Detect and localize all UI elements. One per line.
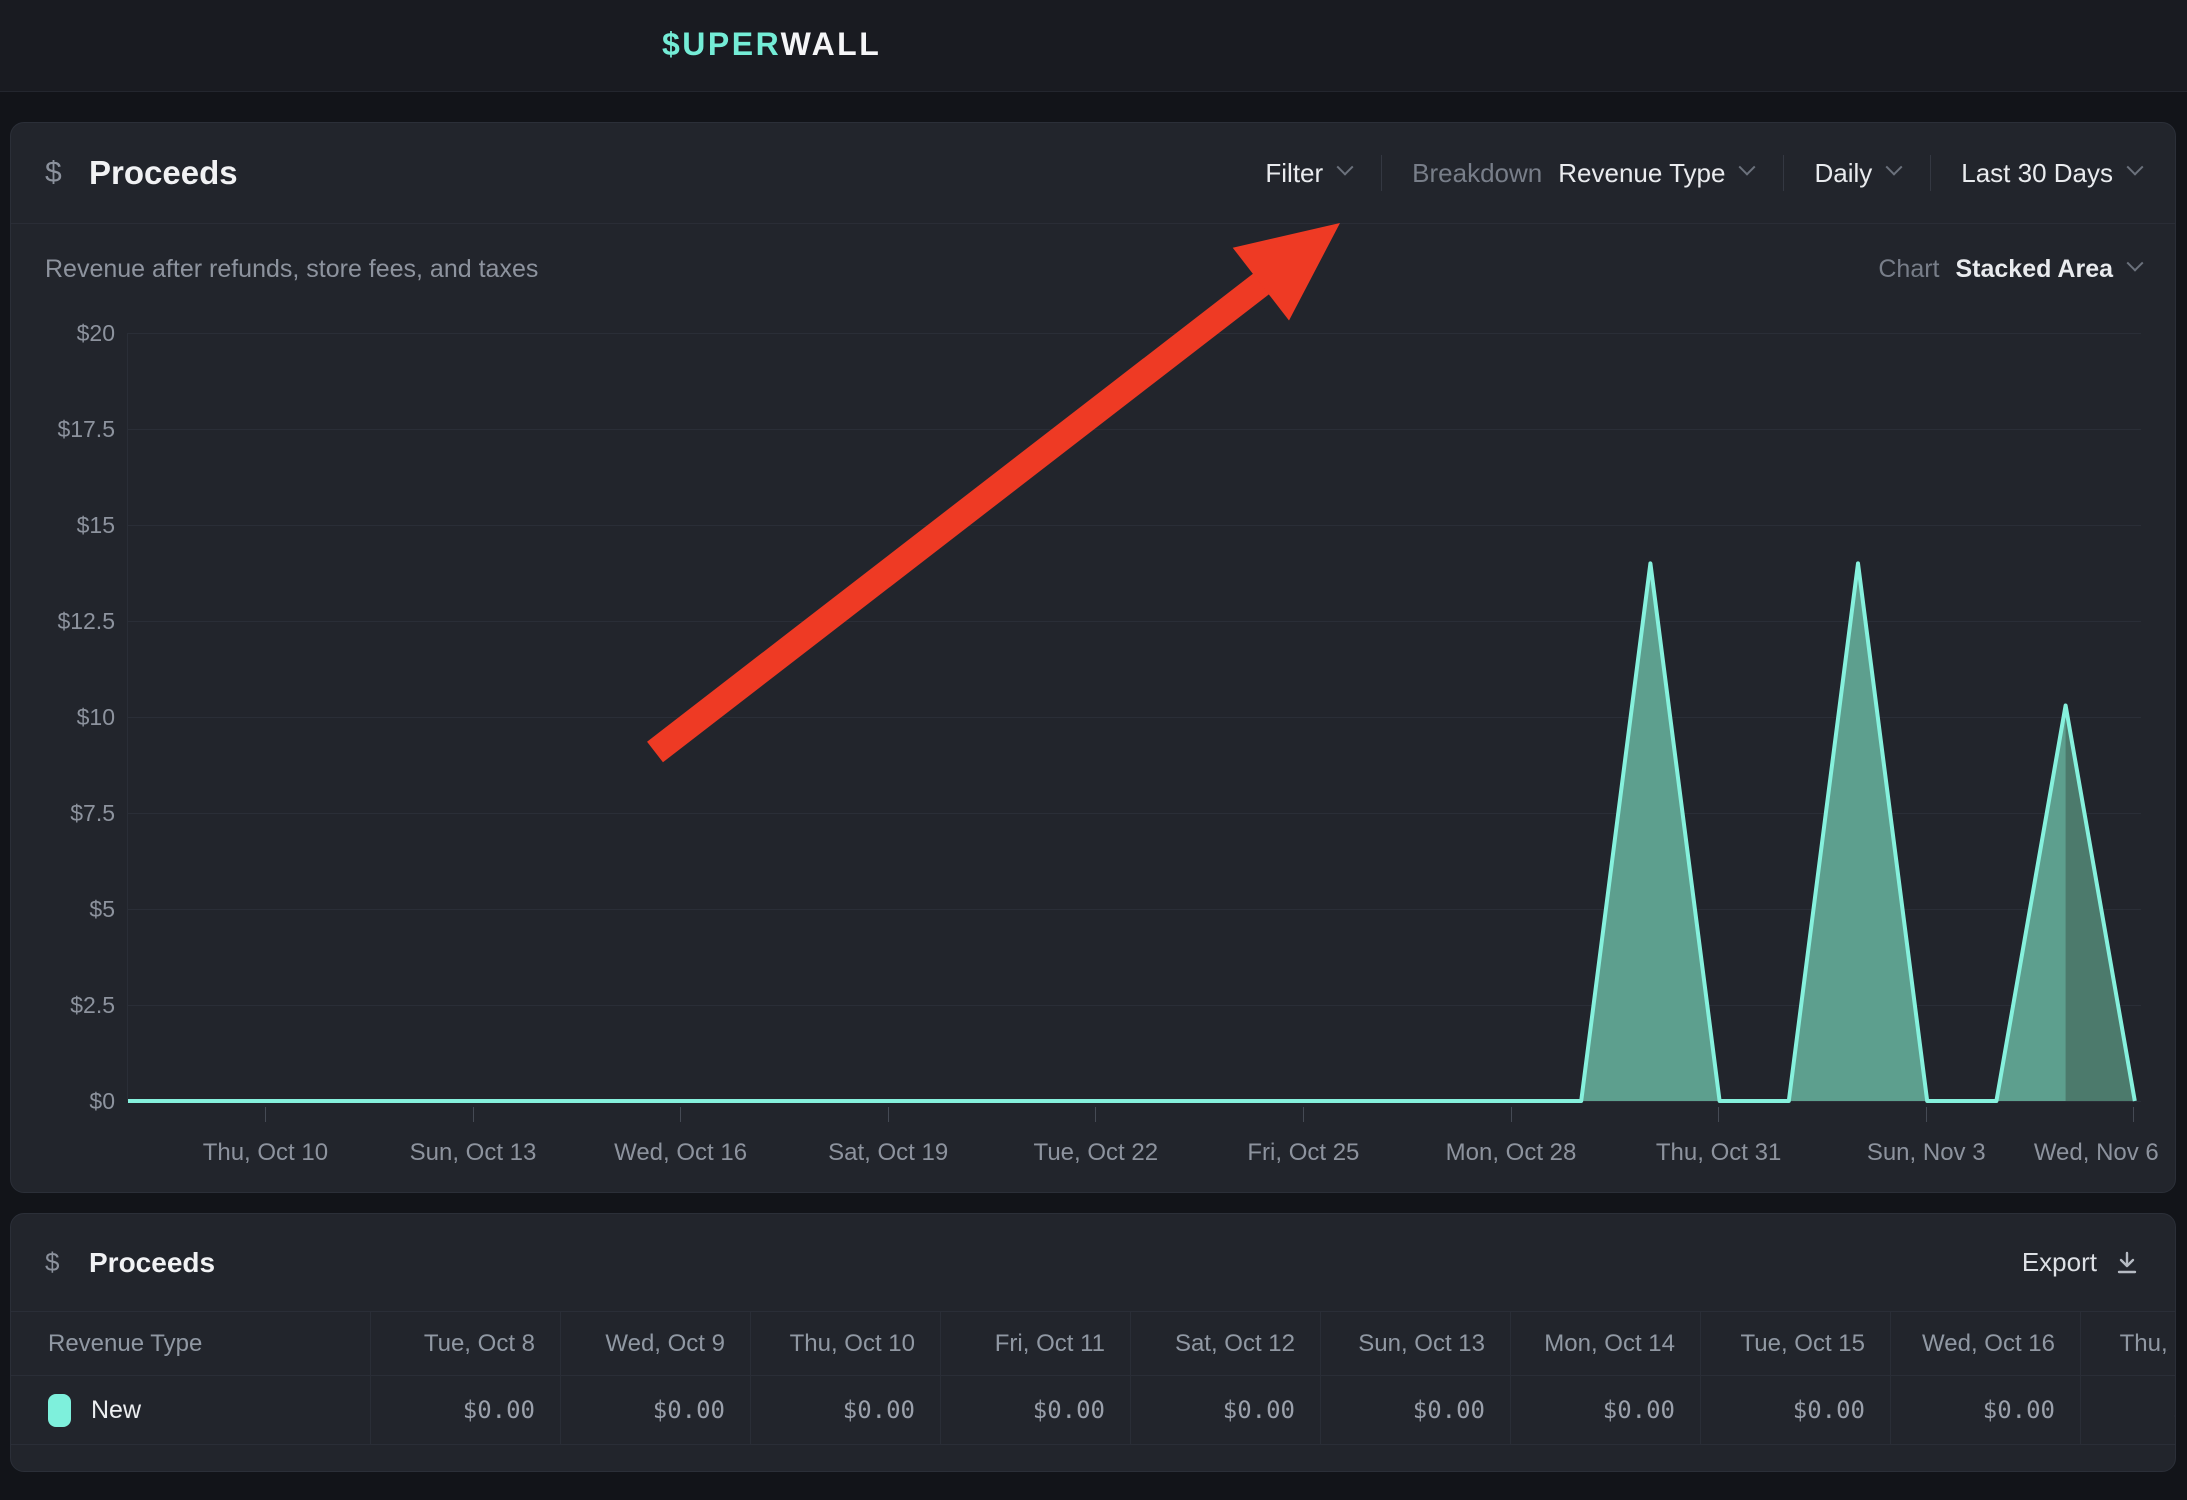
date-range-dropdown[interactable]: Last 30 Days bbox=[1961, 158, 2141, 189]
y-axis-label: $7.5 bbox=[11, 800, 115, 826]
x-axis-tick bbox=[888, 1107, 889, 1122]
table-cell-value: $0.00 bbox=[1891, 1376, 2081, 1445]
y-axis-label: $10 bbox=[11, 704, 115, 730]
panel-title: Proceeds bbox=[89, 1247, 215, 1279]
dollar-icon: $ bbox=[45, 1247, 67, 1278]
x-axis-label: Sun, Oct 13 bbox=[410, 1139, 537, 1167]
series-swatch-new bbox=[48, 1394, 71, 1427]
x-axis-tick bbox=[1718, 1107, 1719, 1122]
table-cell-value: $0.00 bbox=[561, 1376, 751, 1445]
x-axis-tick bbox=[265, 1107, 266, 1122]
breakdown-dropdown[interactable]: Breakdown Revenue Type bbox=[1412, 158, 1753, 189]
table-cell-value: $0.00 bbox=[751, 1376, 941, 1445]
column-header-date: Wed, Oct 9 bbox=[561, 1312, 751, 1376]
column-header-date: Fri, Oct 11 bbox=[941, 1312, 1131, 1376]
x-axis-tick bbox=[1926, 1107, 1927, 1122]
y-axis-label: $2.5 bbox=[11, 992, 115, 1018]
superwall-dashboard: $UPERWALL $ Proceeds Filter Breakdown Re… bbox=[0, 0, 2187, 1500]
superwall-logo[interactable]: $UPERWALL bbox=[662, 26, 881, 63]
x-axis-label: Thu, Oct 10 bbox=[203, 1139, 328, 1167]
x-axis: Thu, Oct 10 Sun, Oct 13 Wed, Oct 16 Sat, Oc… bbox=[127, 1101, 2141, 1191]
top-bar: $UPERWALL bbox=[0, 0, 2187, 92]
table-cell-value: $0.00 bbox=[1701, 1376, 1891, 1445]
chevron-down-icon bbox=[1739, 159, 1756, 176]
divider bbox=[1783, 155, 1784, 191]
proceeds-table-panel: $ Proceeds Export Revenue TypeTue, Oct 8… bbox=[10, 1213, 2176, 1472]
chart-type-dropdown[interactable]: Chart Stacked Area bbox=[1878, 255, 2141, 284]
date-range-value: Last 30 Days bbox=[1961, 158, 2113, 189]
table-cell-value: $0.00 bbox=[1131, 1376, 1321, 1445]
x-axis-tick bbox=[1303, 1107, 1304, 1122]
breakdown-label: Breakdown bbox=[1412, 158, 1542, 189]
x-axis-label: Wed, Oct 16 bbox=[614, 1139, 747, 1167]
column-header-revenue-type: Revenue Type bbox=[11, 1312, 371, 1376]
y-axis-label: $12.5 bbox=[11, 608, 115, 634]
chart-type-label: Chart bbox=[1878, 255, 1939, 284]
column-header-date: Thu, Oct 10 bbox=[751, 1312, 941, 1376]
column-header-date: Sat, Oct 12 bbox=[1131, 1312, 1321, 1376]
column-header-date: Tue, Oct 15 bbox=[1701, 1312, 1891, 1376]
logo-prefix: $UPER bbox=[662, 26, 781, 62]
divider bbox=[1381, 155, 1382, 191]
column-header-date: Thu, Oct 17 bbox=[2081, 1312, 2176, 1376]
panel-title: Proceeds bbox=[89, 154, 238, 192]
y-axis-label: $15 bbox=[11, 512, 115, 538]
column-header-date: Wed, Oct 16 bbox=[1891, 1312, 2081, 1376]
filter-dropdown[interactable]: Filter bbox=[1265, 158, 1351, 189]
revenue-table: Revenue TypeTue, Oct 8Wed, Oct 9Thu, Oct… bbox=[11, 1311, 2176, 1445]
chart-controls: Filter Breakdown Revenue Type Daily Last… bbox=[1265, 155, 2141, 191]
x-axis-label: Sat, Oct 19 bbox=[828, 1139, 948, 1167]
table-cell-value: $0.00 bbox=[1511, 1376, 1701, 1445]
table-cell-value: $0.00 bbox=[1321, 1376, 1511, 1445]
dollar-icon: $ bbox=[45, 156, 67, 190]
x-axis-label: Tue, Oct 22 bbox=[1034, 1139, 1159, 1167]
y-axis-label: $5 bbox=[11, 896, 115, 922]
table-row-new: New bbox=[11, 1376, 371, 1445]
chevron-down-icon bbox=[2127, 255, 2144, 272]
column-header-date: Tue, Oct 8 bbox=[371, 1312, 561, 1376]
chart-plot-area[interactable] bbox=[127, 333, 2141, 1101]
chevron-down-icon bbox=[1337, 159, 1354, 176]
logo-suffix: WALL bbox=[781, 26, 882, 62]
x-axis-label: Mon, Oct 28 bbox=[1446, 1139, 1577, 1167]
column-header-date: Mon, Oct 14 bbox=[1511, 1312, 1701, 1376]
breakdown-value: Revenue Type bbox=[1558, 158, 1725, 189]
table-cell-value: $0.00 bbox=[2081, 1376, 2176, 1445]
x-axis-label: Thu, Oct 31 bbox=[1656, 1139, 1781, 1167]
x-axis-tick bbox=[1511, 1107, 1512, 1122]
download-icon bbox=[2113, 1249, 2141, 1277]
x-axis-label: Fri, Oct 25 bbox=[1247, 1139, 1359, 1167]
chart-subheader: Revenue after refunds, store fees, and t… bbox=[11, 224, 2175, 314]
interval-dropdown[interactable]: Daily bbox=[1814, 158, 1900, 189]
column-header-date: Sun, Oct 13 bbox=[1321, 1312, 1511, 1376]
chart-type-value: Stacked Area bbox=[1956, 255, 2114, 284]
y-axis-label: $17.5 bbox=[11, 416, 115, 442]
x-axis-label: Sun, Nov 3 bbox=[1867, 1139, 1986, 1167]
chart-panel-header: $ Proceeds Filter Breakdown Revenue Type… bbox=[11, 123, 2175, 224]
export-label: Export bbox=[2022, 1247, 2097, 1278]
proceeds-chart-panel: $ Proceeds Filter Breakdown Revenue Type… bbox=[10, 122, 2176, 1193]
x-axis-tick bbox=[2133, 1107, 2134, 1122]
y-axis-label: $20 bbox=[11, 320, 115, 346]
x-axis-tick bbox=[680, 1107, 681, 1122]
table-cell-value: $0.00 bbox=[941, 1376, 1131, 1445]
table-panel-header: $ Proceeds Export bbox=[11, 1214, 2175, 1311]
divider bbox=[1930, 155, 1931, 191]
chevron-down-icon bbox=[1886, 159, 1903, 176]
x-axis-label: Wed, Nov 6 bbox=[2034, 1139, 2159, 1167]
stacked-area-series-new bbox=[128, 333, 2142, 1101]
x-axis-tick bbox=[473, 1107, 474, 1122]
chevron-down-icon bbox=[2127, 159, 2144, 176]
x-axis-tick bbox=[1095, 1107, 1096, 1122]
y-axis: $20$17.5$15$12.5$10$7.5$5$2.5$0 bbox=[11, 333, 115, 1101]
table-cell-value: $0.00 bbox=[371, 1376, 561, 1445]
y-axis-label: $0 bbox=[11, 1088, 115, 1114]
series-name: New bbox=[91, 1396, 141, 1425]
interval-value: Daily bbox=[1814, 158, 1872, 189]
export-button[interactable]: Export bbox=[2022, 1247, 2141, 1278]
chart-subtitle: Revenue after refunds, store fees, and t… bbox=[45, 255, 538, 284]
filter-label: Filter bbox=[1265, 158, 1323, 189]
